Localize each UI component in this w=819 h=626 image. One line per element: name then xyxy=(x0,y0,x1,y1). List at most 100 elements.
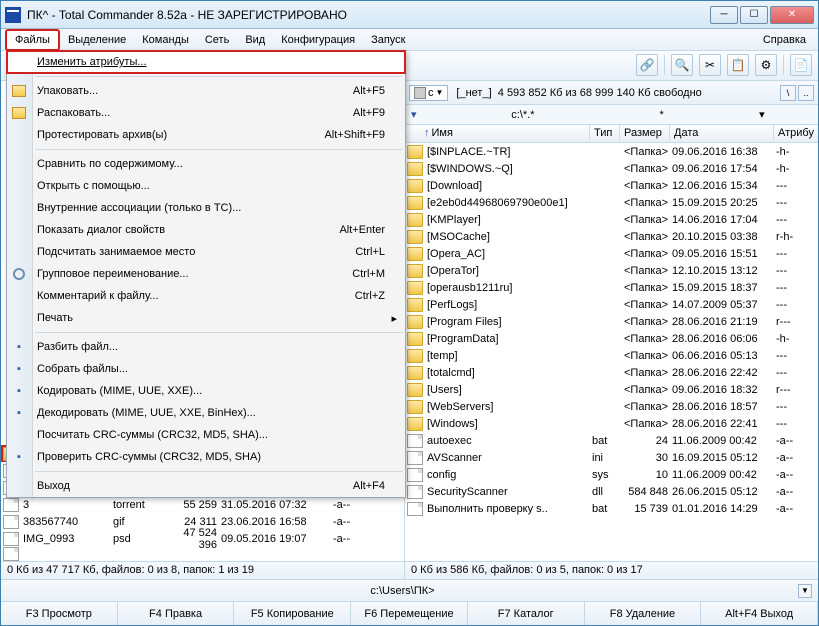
drive-selector[interactable]: c ▼ xyxy=(409,85,448,101)
list-item[interactable]: IMG_0993psd47 524 39609.05.2016 19:07-a-… xyxy=(1,530,404,547)
menu-item[interactable]: Показать диалог свойствAlt+Enter xyxy=(7,219,405,241)
tb-url-icon[interactable]: 🔗 xyxy=(636,54,658,76)
list-item[interactable]: [Program Files]<Папка>28.06.2016 21:19r-… xyxy=(405,313,818,330)
menu-files[interactable]: Файлы xyxy=(5,29,60,51)
f3-button[interactable]: F3 Просмотр xyxy=(1,602,118,625)
menu-item[interactable]: ▪Собрать файлы... xyxy=(7,358,405,380)
menu-item[interactable]: Внутренние ассоциации (только в TC)... xyxy=(7,197,405,219)
check-icon: ▪ xyxy=(11,449,27,465)
file-icon xyxy=(3,532,19,546)
menu-item[interactable]: Печать▸ xyxy=(7,307,405,329)
f4-button[interactable]: F4 Правка xyxy=(118,602,235,625)
list-item[interactable]: SecurityScannerdll584 84826.06.2015 05:1… xyxy=(405,483,818,500)
list-item[interactable]: [$WINDOWS.~Q]<Папка>09.06.2016 17:54-h- xyxy=(405,160,818,177)
file-icon xyxy=(3,547,19,561)
list-item[interactable]: [WebServers]<Папка>28.06.2016 18:57--- xyxy=(405,398,818,415)
tb-tool3-icon[interactable]: ⚙ xyxy=(755,54,777,76)
menu-item[interactable]: Распаковать...Alt+F9 xyxy=(7,102,405,124)
command-line[interactable]: c:\Users\ПК> ▼ xyxy=(1,579,818,601)
split-icon: ▪ xyxy=(11,339,27,355)
tb-tool2-icon[interactable]: 📋 xyxy=(727,54,749,76)
folder-icon xyxy=(407,400,423,414)
menubar: Файлы Выделение Команды Сеть Вид Конфигу… xyxy=(1,29,818,51)
list-item[interactable]: [Download]<Папка>12.06.2016 15:34--- xyxy=(405,177,818,194)
folder-icon xyxy=(407,196,423,210)
menu-item[interactable]: Подсчитать занимаемое местоCtrl+L xyxy=(7,241,405,263)
menu-help[interactable]: Справка xyxy=(755,31,814,49)
f5-button[interactable]: F5 Копирование xyxy=(234,602,351,625)
menu-item[interactable]: Протестировать архив(ы)Alt+Shift+F9 xyxy=(7,124,405,146)
f6-button[interactable]: F6 Перемещение xyxy=(351,602,468,625)
list-item[interactable]: AVScannerini3016.09.2015 05:12-a-- xyxy=(405,449,818,466)
history-icon[interactable]: ▾ xyxy=(712,108,812,121)
f7-button[interactable]: F7 Каталог xyxy=(468,602,585,625)
function-keys: F3 Просмотр F4 Правка F5 Копирование F6 … xyxy=(1,601,818,625)
close-button[interactable]: ✕ xyxy=(770,6,814,24)
folder-icon xyxy=(407,145,423,159)
list-item[interactable]: [$INPLACE.~TR]<Папка>09.06.2016 16:38-h- xyxy=(405,143,818,160)
folder-icon xyxy=(407,264,423,278)
list-item[interactable]: [Opera_AC]<Папка>09.05.2016 15:51--- xyxy=(405,245,818,262)
list-item[interactable]: configsys1011.06.2009 00:42-a-- xyxy=(405,466,818,483)
menu-item[interactable]: ВыходAlt+F4 xyxy=(7,475,405,497)
list-item[interactable]: [OperaTor]<Папка>12.10.2015 13:12--- xyxy=(405,262,818,279)
files-menu-dropdown: Изменить атрибуты... Упаковать...Alt+F5Ра… xyxy=(6,50,406,498)
folder-icon xyxy=(407,162,423,176)
list-item[interactable]: 3torrent55 25931.05.2016 07:32-a-- xyxy=(1,496,404,513)
menu-item[interactable]: ▪Проверить CRC-суммы (CRC32, MD5, SHA) xyxy=(7,446,405,468)
menu-item[interactable]: Изменить атрибуты... xyxy=(7,51,405,73)
nav-root-button[interactable]: \ xyxy=(780,85,796,101)
menu-item[interactable]: Посчитать CRC-суммы (CRC32, MD5, SHA)... xyxy=(7,424,405,446)
menu-selection[interactable]: Выделение xyxy=(60,31,134,49)
menu-commands[interactable]: Команды xyxy=(134,31,197,49)
list-item[interactable]: autoexecbat2411.06.2009 00:42-a-- xyxy=(405,432,818,449)
right-drive-bar: c ▼ [_нет_] 4 593 852 Кб из 68 999 140 К… xyxy=(405,81,818,105)
enc-icon: ▪ xyxy=(11,383,27,399)
right-columns[interactable]: ↑Имя Тип Размер Дата Атрибу xyxy=(405,125,818,143)
list-item[interactable]: [KMPlayer]<Папка>14.06.2016 17:04--- xyxy=(405,211,818,228)
f8-button[interactable]: F8 Удаление xyxy=(585,602,702,625)
menu-start[interactable]: Запуск xyxy=(363,31,413,49)
list-item[interactable]: [totalcmd]<Папка>28.06.2016 22:42--- xyxy=(405,364,818,381)
box-icon xyxy=(11,83,27,99)
right-path[interactable]: ▾ c:\*.* * ▾ xyxy=(405,105,818,125)
list-item[interactable]: [Windows]<Папка>28.06.2016 22:41--- xyxy=(405,415,818,432)
menu-view[interactable]: Вид xyxy=(237,31,273,49)
file-icon xyxy=(407,502,423,516)
list-item[interactable]: [Users]<Папка>09.06.2016 18:32r--- xyxy=(405,381,818,398)
menu-item[interactable]: Открыть с помощью... xyxy=(7,175,405,197)
minimize-button[interactable]: ─ xyxy=(710,6,738,24)
menu-net[interactable]: Сеть xyxy=(197,31,237,49)
list-item[interactable]: [temp]<Папка>06.06.2016 05:13--- xyxy=(405,347,818,364)
file-icon xyxy=(407,451,423,465)
menu-item[interactable]: Комментарий к файлу...Ctrl+Z xyxy=(7,285,405,307)
favorites-icon[interactable]: * xyxy=(612,109,712,121)
list-item[interactable]: [e2eb0d44968069790e00e1]<Папка>15.09.201… xyxy=(405,194,818,211)
folder-icon xyxy=(407,366,423,380)
menu-item[interactable]: ▪Кодировать (MIME, UUE, XXE)... xyxy=(7,380,405,402)
menu-item[interactable]: Упаковать...Alt+F5 xyxy=(7,80,405,102)
list-item[interactable]: [MSOCache]<Папка>20.10.2015 03:38r-h- xyxy=(405,228,818,245)
tb-tool1-icon[interactable]: ✂ xyxy=(699,54,721,76)
tb-tool4-icon[interactable]: 📄 xyxy=(790,54,812,76)
folder-icon xyxy=(407,417,423,431)
cmdline-dropdown-icon[interactable]: ▼ xyxy=(798,584,812,598)
menu-item[interactable]: Сравнить по содержимому... xyxy=(7,153,405,175)
nav-up-button[interactable]: .. xyxy=(798,85,814,101)
menu-item[interactable]: Групповое переименование...Ctrl+M xyxy=(7,263,405,285)
maximize-button[interactable]: ☐ xyxy=(740,6,768,24)
list-item[interactable]: Выполнить проверку s..bat15 73901.01.201… xyxy=(405,500,818,517)
menu-config[interactable]: Конфигурация xyxy=(273,31,363,49)
menu-item[interactable]: ▪Разбить файл... xyxy=(7,336,405,358)
left-status: 0 Кб из 47 717 Кб, файлов: 0 из 8, папок… xyxy=(1,561,404,579)
folder-icon xyxy=(407,383,423,397)
list-item[interactable]: [ProgramData]<Папка>28.06.2016 06:06-h- xyxy=(405,330,818,347)
altf4-button[interactable]: Alt+F4 Выход xyxy=(701,602,818,625)
list-item[interactable]: [operausb1211ru]<Папка>15.09.2015 18:37-… xyxy=(405,279,818,296)
window-title: ПК^ - Total Commander 8.52a - НЕ ЗАРЕГИС… xyxy=(27,8,708,22)
app-icon xyxy=(5,7,21,23)
tb-search-icon[interactable]: 🔍 xyxy=(671,54,693,76)
right-file-list[interactable]: [$INPLACE.~TR]<Папка>09.06.2016 16:38-h-… xyxy=(405,143,818,561)
list-item[interactable]: [PerfLogs]<Папка>14.07.2009 05:37--- xyxy=(405,296,818,313)
menu-item[interactable]: ▪Декодировать (MIME, UUE, XXE, BinHex)..… xyxy=(7,402,405,424)
